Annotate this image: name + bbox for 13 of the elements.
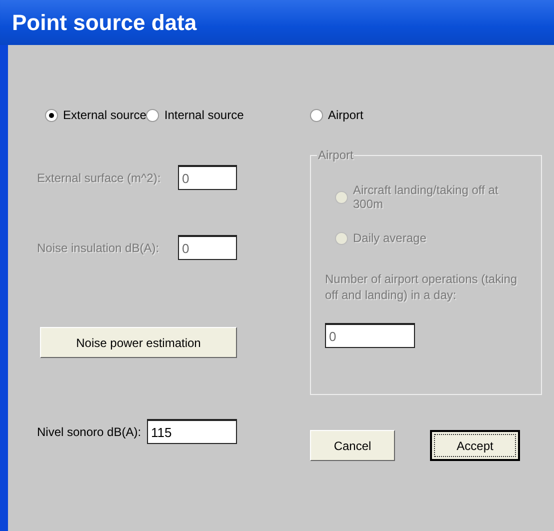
field-label: Number of airport operations (taking off and landing) in a day: [325, 271, 518, 303]
field-label: Noise insulation dB(A): [37, 240, 160, 254]
window-title: Point source data [12, 10, 197, 36]
radio-option[interactable]: Internal source [146, 107, 244, 123]
field-label: External surface (m^2): [37, 170, 161, 184]
field-label: Nivel sonoro dB(A): [37, 424, 142, 438]
radio-option[interactable]: External source [45, 107, 146, 123]
accept-button[interactable]: Accept [430, 430, 520, 461]
estimate-button[interactable]: Noise power estimation [40, 327, 237, 358]
radio-option[interactable]: Airport [310, 107, 542, 123]
cancel-button[interactable]: Cancel [310, 430, 395, 461]
input-field[interactable]: 115 [147, 419, 237, 444]
group-title: Airport [317, 148, 354, 162]
